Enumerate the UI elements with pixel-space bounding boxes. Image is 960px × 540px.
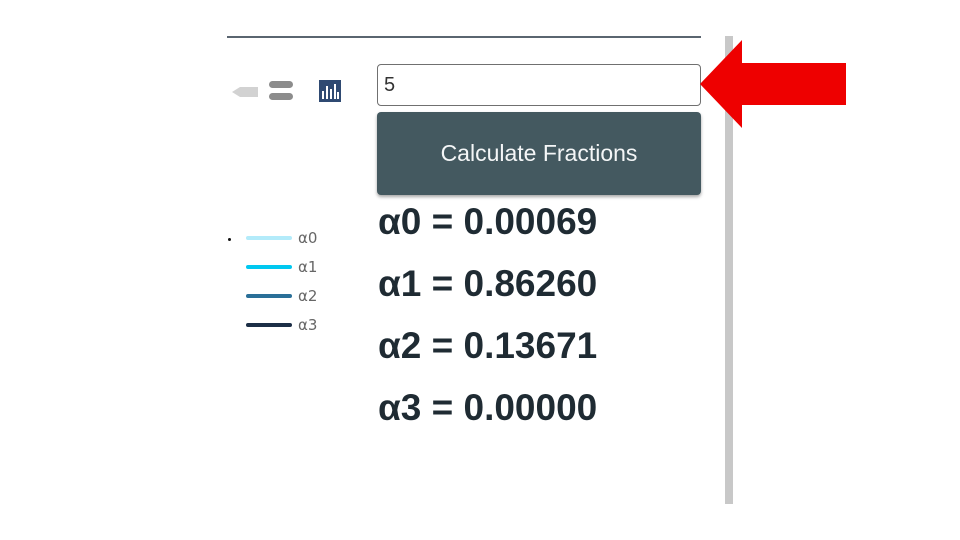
value-field-wrapper [377, 64, 701, 106]
arrow-shape [700, 40, 846, 128]
red-arrow-annotation [700, 40, 846, 128]
result-alpha2: α2 = 0.13671 [378, 325, 598, 366]
chart-legend: α0 α1 α2 α3 [228, 228, 338, 338]
minus-icon[interactable] [232, 85, 258, 97]
legend-marker-dot [228, 238, 231, 241]
value-input[interactable] [377, 64, 701, 106]
legend-item-alpha3: α3 [246, 315, 336, 335]
calculate-fractions-button[interactable]: Calculate Fractions [377, 112, 701, 195]
chart-toolbar [232, 80, 347, 104]
panel-top-divider [227, 36, 701, 38]
legend-swatch [246, 323, 292, 327]
legend-label: α3 [298, 316, 318, 334]
legend-swatch [246, 236, 292, 240]
legend-item-alpha0: α0 [246, 228, 336, 248]
legend-swatch [246, 265, 292, 269]
legend-label: α1 [298, 258, 318, 276]
result-alpha1: α1 = 0.86260 [378, 263, 598, 304]
legend-item-alpha1: α1 [246, 257, 336, 277]
bar-chart-icon[interactable] [319, 80, 341, 102]
legend-label: α0 [298, 229, 318, 247]
result-alpha3: α3 = 0.00000 [378, 387, 598, 428]
legend-item-alpha2: α2 [246, 286, 336, 306]
equals-icon[interactable] [269, 80, 293, 102]
legend-swatch [246, 294, 292, 298]
results-panel: α0 = 0.00069 α1 = 0.86260 α2 = 0.13671 α… [378, 200, 698, 448]
result-alpha0: α0 = 0.00069 [378, 201, 598, 242]
legend-label: α2 [298, 287, 318, 305]
